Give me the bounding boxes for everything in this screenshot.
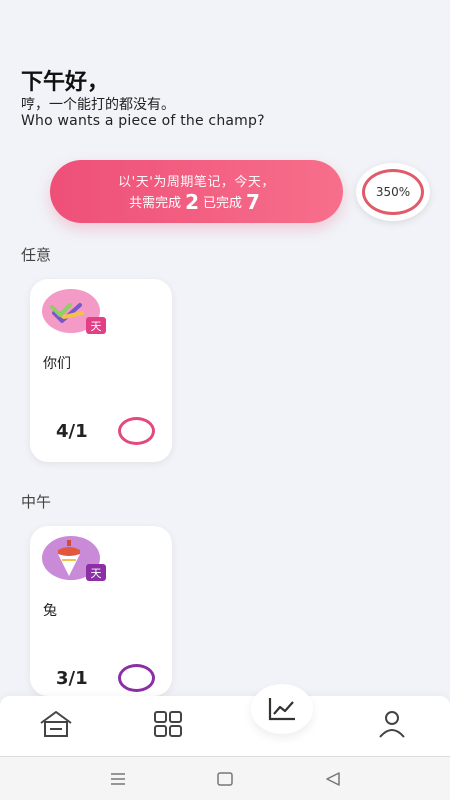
section-title-any: 任意 [21, 246, 52, 264]
habit-count: 3/1 [56, 668, 88, 689]
home-square-icon [217, 772, 233, 786]
banner-required-count: 2 [185, 190, 199, 214]
greeting-subtitle-cn: 哼，一个能打的都没有。 [21, 97, 175, 113]
home-icon [40, 711, 72, 737]
period-badge: 天 [86, 317, 106, 334]
tab-grid[interactable] [148, 706, 188, 742]
system-menu-button[interactable] [106, 769, 130, 789]
habit-checkin-button[interactable] [118, 664, 155, 692]
habit-card[interactable]: 天 兔 3/1 [30, 526, 172, 696]
summary-banner[interactable]: 以'天'为周期笔记，今天， 共需完成 2 已完成 7 [50, 160, 343, 223]
system-back-button[interactable] [321, 769, 345, 789]
banner-completed-count: 7 [246, 190, 260, 214]
tab-profile[interactable] [372, 706, 412, 742]
completion-percent: 350% [362, 169, 424, 215]
grid-icon [154, 711, 182, 737]
user-icon [379, 711, 405, 738]
banner-line1: 以'天'为周期笔记，今天， [118, 175, 275, 190]
banner-required-label: 共需完成 [129, 196, 182, 211]
habit-name: 兔 [43, 603, 57, 619]
completion-ring[interactable]: 350% [356, 163, 430, 221]
system-navigation-bar [0, 756, 450, 800]
back-icon [326, 772, 340, 786]
greeting-title: 下午好， [21, 70, 110, 95]
section-title-noon: 中午 [21, 493, 52, 511]
habit-checkin-button[interactable] [118, 417, 155, 445]
bottom-tabbar [0, 696, 450, 756]
menu-icon [111, 773, 125, 785]
system-home-button[interactable] [213, 769, 237, 789]
banner-completed-label: 已完成 [203, 196, 243, 211]
habit-card[interactable]: 天 你们 4/1 [30, 279, 172, 462]
chart-icon [268, 698, 295, 721]
habit-name: 你们 [43, 356, 71, 372]
tab-stats[interactable] [251, 684, 313, 734]
tab-home[interactable] [36, 706, 76, 742]
banner-line2: 共需完成 2 已完成 7 [50, 190, 343, 214]
habit-count: 4/1 [56, 421, 88, 442]
period-badge: 天 [86, 564, 106, 581]
greeting-subtitle-en: Who wants a piece of the champ? [21, 113, 265, 129]
